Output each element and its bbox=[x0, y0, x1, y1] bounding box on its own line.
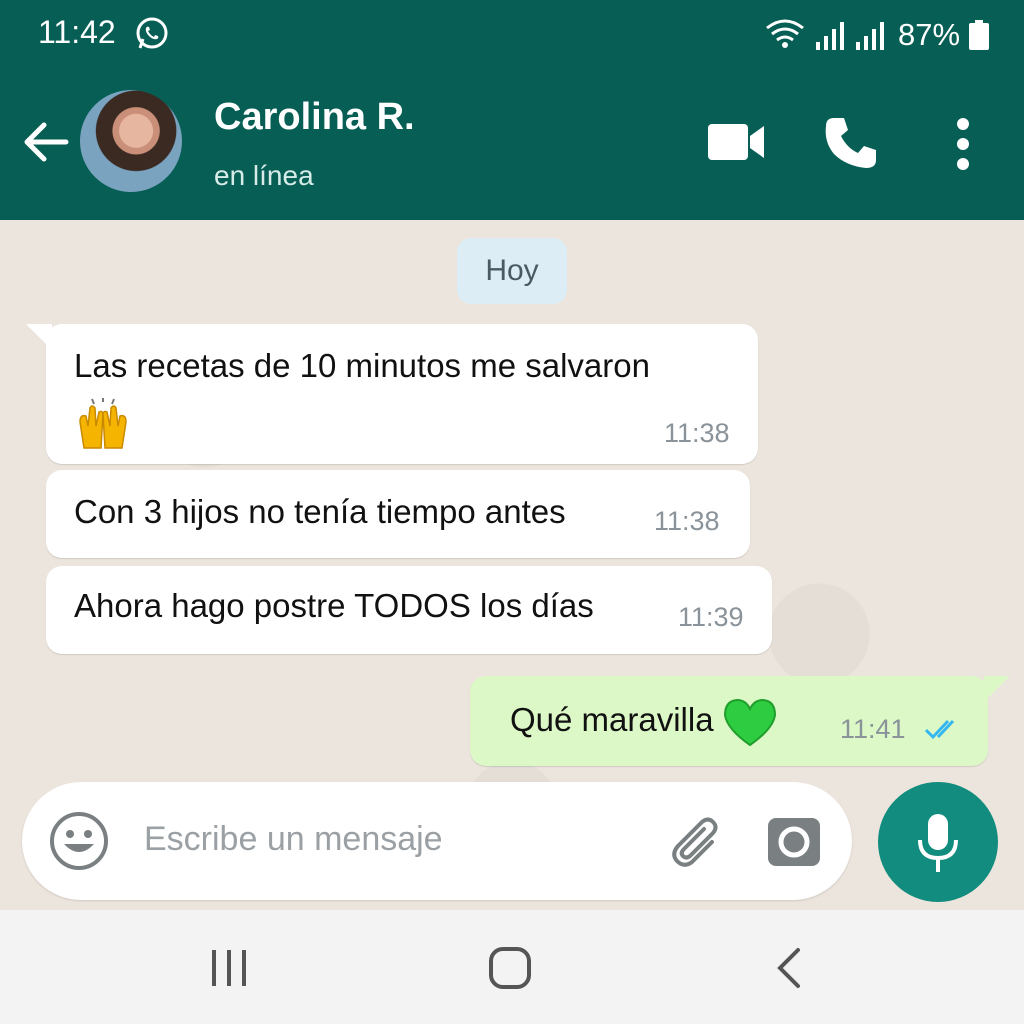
signal-icon bbox=[816, 22, 844, 50]
battery-icon bbox=[969, 20, 989, 50]
message-time: 11:41 bbox=[840, 714, 906, 744]
nav-back-icon[interactable] bbox=[774, 946, 802, 990]
whatsapp-icon bbox=[136, 17, 168, 49]
message-time: 11:38 bbox=[654, 506, 720, 536]
date-chip: Hoy bbox=[457, 238, 567, 304]
attach-icon[interactable] bbox=[668, 812, 726, 870]
raising-hands-emoji-icon bbox=[79, 398, 127, 450]
message-time: 11:39 bbox=[678, 602, 744, 632]
message-time: 11:38 bbox=[664, 418, 730, 448]
chat-header: Carolina R. en línea bbox=[0, 64, 1024, 220]
battery-percentage: 87% bbox=[898, 17, 961, 52]
voice-message-button[interactable] bbox=[878, 782, 998, 902]
wifi-icon bbox=[766, 19, 804, 48]
recent-apps-icon[interactable] bbox=[208, 948, 250, 988]
video-call-icon[interactable] bbox=[706, 120, 766, 164]
message-incoming[interactable]: Ahora hago postre TODOS los días 11:39 bbox=[46, 566, 772, 654]
status-time: 11:42 bbox=[38, 14, 116, 50]
message-incoming[interactable]: Con 3 hijos no tenía tiempo antes 11:38 bbox=[46, 470, 750, 558]
message-text: Con 3 hijos no tenía tiempo antes bbox=[74, 493, 566, 530]
message-incoming[interactable]: Las recetas de 10 minutos me salvaron 11… bbox=[26, 324, 758, 464]
contact-avatar[interactable] bbox=[80, 90, 182, 192]
more-options-icon[interactable] bbox=[950, 116, 976, 172]
bubble-tail bbox=[26, 324, 52, 350]
emoji-icon[interactable] bbox=[48, 810, 110, 872]
message-input-placeholder[interactable]: Escribe un mensaje bbox=[144, 820, 443, 859]
status-bar: 11:42 87% bbox=[0, 0, 1024, 64]
message-text: Las recetas de 10 minutos me salvaron bbox=[74, 347, 650, 384]
contact-name[interactable]: Carolina R. bbox=[214, 96, 415, 139]
message-text: Qué maravilla bbox=[510, 701, 714, 738]
read-receipt-icon bbox=[924, 719, 955, 740]
green-heart-emoji-icon bbox=[723, 699, 776, 747]
camera-icon[interactable] bbox=[766, 814, 822, 868]
bubble-tail bbox=[984, 676, 1010, 702]
message-composer[interactable]: Escribe un mensaje bbox=[22, 782, 852, 900]
phone-call-icon[interactable] bbox=[822, 114, 880, 172]
home-icon[interactable] bbox=[488, 946, 532, 990]
message-text: Ahora hago postre TODOS los días bbox=[74, 587, 594, 624]
signal-icon bbox=[856, 22, 884, 50]
system-nav-bar bbox=[0, 910, 1024, 1024]
contact-status: en línea bbox=[214, 160, 314, 191]
back-arrow-icon[interactable] bbox=[20, 116, 72, 168]
message-outgoing[interactable]: Qué maravilla 11:41 bbox=[470, 676, 1010, 766]
mic-icon bbox=[918, 814, 958, 872]
